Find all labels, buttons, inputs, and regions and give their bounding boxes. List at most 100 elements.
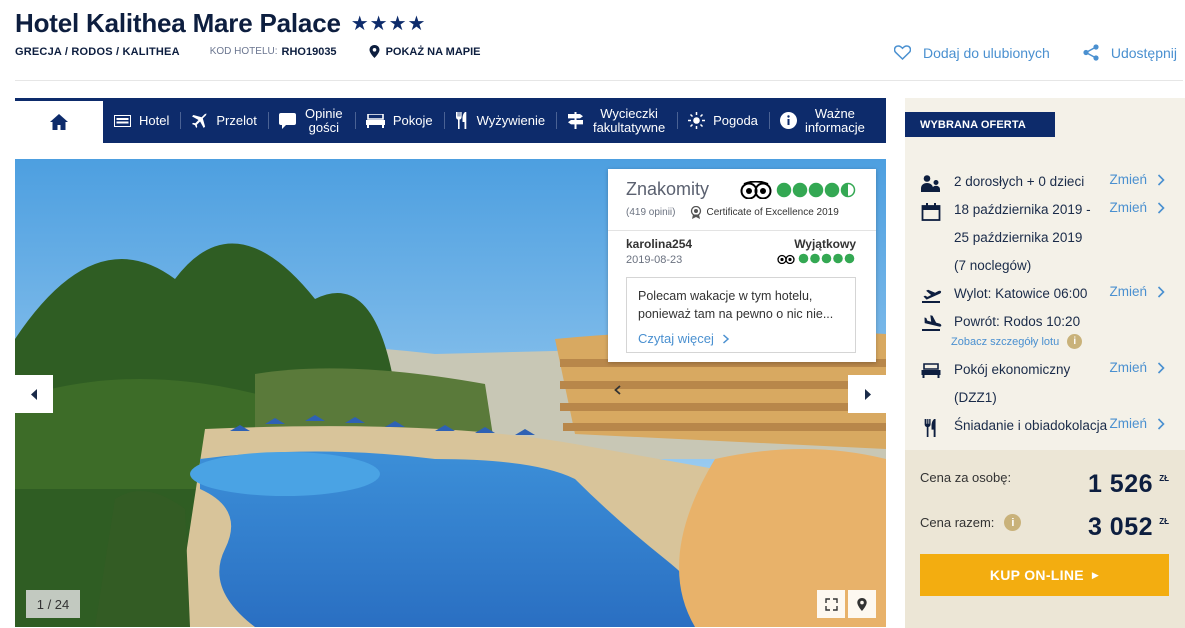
award-icon xyxy=(691,206,702,219)
chevron-left-icon xyxy=(614,385,621,395)
offer-board: Śniadanie i obiadokolacja xyxy=(954,418,1108,433)
review-verdict: Wyjątkowy xyxy=(794,237,856,251)
caret-left-icon xyxy=(30,388,37,400)
chevron-right-icon xyxy=(1157,285,1165,298)
buy-online-button[interactable]: KUP ON-LINE ▶ xyxy=(920,554,1169,596)
bed-icon xyxy=(365,113,385,128)
change-room-link[interactable]: Zmień xyxy=(1109,360,1165,375)
tripadvisor-summary: Znakomity (419 opinii) Certificate of Ex… xyxy=(608,169,876,231)
price-per-person-text: Cena za osobę: xyxy=(920,470,1012,485)
read-more-link[interactable]: Czytaj więcej xyxy=(638,330,844,348)
rating-bubbles-icon xyxy=(776,182,856,198)
review-prev-button[interactable] xyxy=(614,382,621,398)
bed-icon xyxy=(921,363,941,378)
price-per-person-label: Cena za osobę: xyxy=(920,470,1011,485)
gallery-map-button[interactable] xyxy=(848,590,876,618)
offer-room: Pokój ekonomiczny (DZZ1) xyxy=(954,356,1070,412)
header-actions: Dodaj do ulubionych Udostępnij xyxy=(861,44,1177,61)
offer-departure-row: Wylot: Katowice 06:00 xyxy=(920,286,1087,308)
change-label: Zmień xyxy=(1109,172,1147,187)
buy-online-label: KUP ON-LINE xyxy=(989,567,1084,583)
offer-tag: WYBRANA OFERTA xyxy=(905,112,1055,137)
heart-icon xyxy=(893,45,911,60)
price-per-person-currency: ZŁ xyxy=(1159,474,1169,483)
price-total-text: Cena razem: xyxy=(920,515,995,530)
share-label: Udostępnij xyxy=(1110,44,1177,61)
change-flight-link[interactable]: Zmień xyxy=(1109,284,1165,299)
info-icon[interactable]: i xyxy=(1067,334,1083,349)
read-more-label: Czytaj więcej xyxy=(638,331,714,346)
info-icon xyxy=(779,112,797,129)
offer-room-row: Pokój ekonomiczny (DZZ1) xyxy=(920,362,1070,412)
chevron-right-icon xyxy=(1157,417,1165,430)
offer-dates-row: 18 października 2019 - 25 października 2… xyxy=(920,202,1091,280)
fullscreen-button[interactable] xyxy=(817,590,845,618)
hotel-name: Hotel Kalithea Mare Palace xyxy=(15,8,341,38)
tab-important-info-label: Ważne informacje xyxy=(804,105,865,135)
tab-meals[interactable]: Wyżywienie xyxy=(443,98,557,143)
offer-return-row: Powrót: Rodos 10:20 xyxy=(920,314,1080,336)
tab-flight[interactable]: Przelot xyxy=(180,98,267,143)
price-total: 3 052 xyxy=(1087,513,1153,541)
cutlery-icon xyxy=(455,112,466,129)
add-to-favorites-button[interactable]: Dodaj do ulubionych xyxy=(893,44,1050,61)
tab-rooms-label: Pokoje xyxy=(392,113,433,128)
certificate-label: Certificate of Excellence 2019 xyxy=(706,207,839,218)
chevron-right-icon xyxy=(722,334,729,344)
price-info-icon[interactable]: i xyxy=(1004,514,1022,531)
tab-flight-label: Przelot xyxy=(216,113,257,128)
tab-home[interactable] xyxy=(15,98,103,143)
share-button[interactable]: Udostępnij xyxy=(1083,44,1177,61)
chevron-right-icon xyxy=(1157,361,1165,374)
review-text-box: Polecam wakacje w tym hotelu, ponieważ t… xyxy=(626,277,856,353)
tab-weather[interactable]: Pogoda xyxy=(677,98,769,143)
flight-details-link[interactable]: Zobacz szczegóły lotu i xyxy=(951,334,1083,349)
calendar-icon xyxy=(921,203,941,221)
tab-hotel[interactable]: Hotel xyxy=(103,98,180,143)
selected-offer-panel: WYBRANA OFERTA 2 dorosłych + 0 dzieci Zm… xyxy=(905,98,1185,628)
price-total-currency: ZŁ xyxy=(1159,517,1169,526)
tripadvisor-bubbles xyxy=(740,181,856,199)
favorites-label: Dodaj do ulubionych xyxy=(922,44,1050,61)
tab-important-info[interactable]: Ważne informacje xyxy=(768,98,876,143)
price-summary: Cena za osobę: 1 526 ZŁ Cena razem: i 3 … xyxy=(905,450,1185,628)
offer-departure: Wylot: Katowice 06:00 xyxy=(954,286,1088,301)
show-map-label: POKAŻ NA MAPIE xyxy=(385,45,481,58)
change-dates-link[interactable]: Zmień xyxy=(1109,200,1165,215)
tab-weather-label: Pogoda xyxy=(713,113,758,128)
change-label: Zmień xyxy=(1109,284,1147,299)
fullscreen-icon xyxy=(824,597,838,611)
takeoff-icon xyxy=(922,289,942,303)
plane-icon xyxy=(192,113,208,128)
hotel-meta: GRECJA / RODOS / KALITHEA KOD HOTELU: RH… xyxy=(15,45,481,58)
offer-nights: (7 noclegów) xyxy=(954,258,1032,273)
sun-icon xyxy=(688,112,706,129)
comment-icon xyxy=(278,112,296,129)
tab-reviews[interactable]: Opinie gości xyxy=(267,98,355,143)
review-text: Polecam wakacje w tym hotelu, ponieważ t… xyxy=(638,289,834,321)
offer-room-code: (DZZ1) xyxy=(954,390,997,405)
price-per-person: 1 526 xyxy=(1087,470,1153,498)
change-board-link[interactable]: Zmień xyxy=(1109,416,1165,431)
show-map-link[interactable]: POKAŻ NA MAPIE xyxy=(369,45,481,58)
review-snippet: karolina254 2019-08-23 Wyjątkowy Polecam… xyxy=(608,231,876,395)
offer-guests-row: 2 dorosłych + 0 dzieci xyxy=(920,174,1084,196)
price-total-label: Cena razem: i xyxy=(920,514,1022,531)
gallery-prev-button[interactable] xyxy=(15,375,53,413)
change-guests-link[interactable]: Zmień xyxy=(1109,172,1165,187)
tripadvisor-card: Znakomity (419 opinii) Certificate of Ex… xyxy=(608,169,876,395)
certificate-badge: Certificate of Excellence 2019 xyxy=(690,206,839,219)
tab-excursions[interactable]: Wycieczki fakultatywne xyxy=(556,98,677,143)
map-pin-icon xyxy=(857,597,867,611)
offer-dates-to: 25 października 2019 xyxy=(954,230,1083,245)
gallery-next-button[interactable] xyxy=(848,375,886,413)
hotel-stars: ★★★★ xyxy=(350,13,427,35)
tripadvisor-owl-icon xyxy=(740,181,772,199)
breadcrumb[interactable]: GRECJA / RODOS / KALITHEA xyxy=(15,46,180,58)
tab-rooms[interactable]: Pokoje xyxy=(354,98,444,143)
change-label: Zmień xyxy=(1109,200,1147,215)
hotel-code-value: RHO19035 xyxy=(281,45,337,58)
photo-gallery[interactable]: Znakomity (419 opinii) Certificate of Ex… xyxy=(15,159,886,627)
share-icon xyxy=(1083,44,1099,61)
header-divider xyxy=(15,80,1183,81)
